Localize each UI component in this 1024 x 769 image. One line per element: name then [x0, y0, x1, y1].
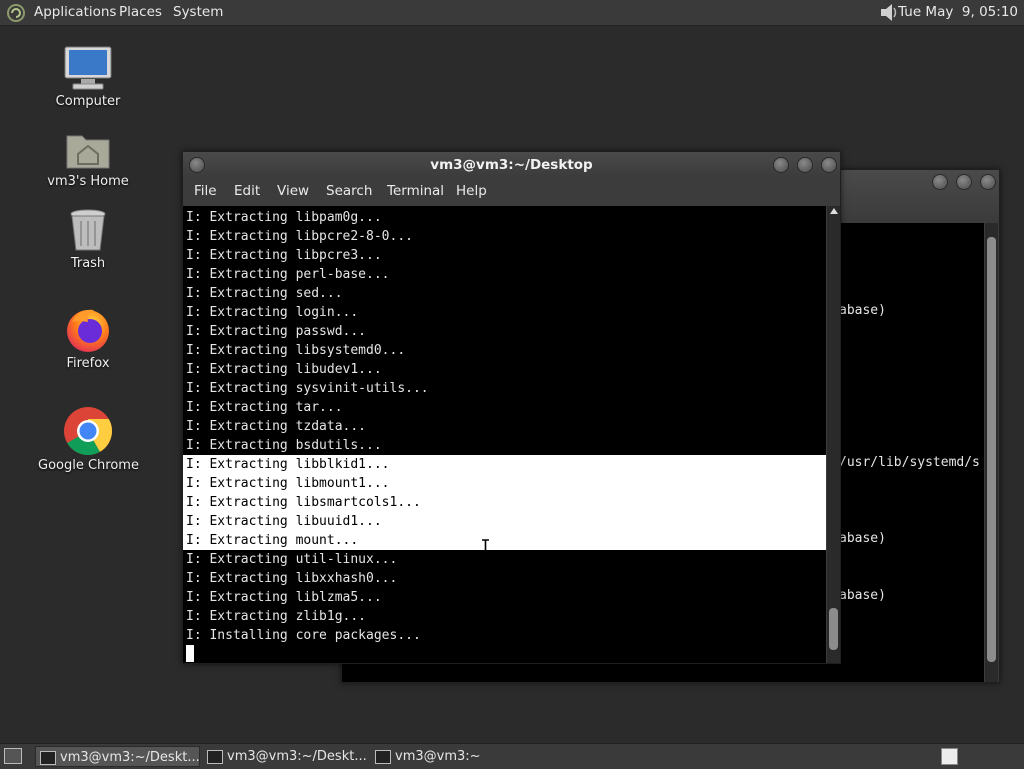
terminal-line: I: Extracting sed... [186, 286, 343, 301]
terminal-line: I: Extracting libblkid1... [183, 455, 826, 474]
terminal-line: I: Installing core packages... [186, 628, 421, 643]
taskbar-item[interactable]: vm3@vm3:~/Deskt... [203, 746, 367, 767]
terminal-line: I: Extracting bsdutils... [186, 438, 382, 453]
desktop-icon-computer[interactable]: Computer [38, 44, 138, 109]
desktop-icon-trash[interactable]: Trash [38, 208, 138, 271]
menu-search[interactable]: Search [326, 178, 372, 205]
close-button[interactable] [980, 174, 996, 190]
workspace-switcher-icon[interactable] [941, 748, 958, 765]
places-menu[interactable]: Places [119, 0, 162, 25]
front-window-titlebar[interactable]: vm3@vm3:~/Desktop [183, 152, 840, 178]
scroll-up-arrow-icon[interactable] [830, 208, 838, 214]
terminal-line: I: Extracting libpcre3... [186, 248, 382, 263]
terminal-menubar: File Edit View Search Terminal Help [183, 178, 840, 205]
terminal-line: I: Extracting passwd... [186, 324, 367, 339]
top-panel: Applications Places System Tue May 9, 05… [0, 0, 1024, 26]
terminal-line: I: Extracting libmount1... [183, 474, 826, 493]
terminal-line: I: Extracting sysvinit-utils... [186, 381, 429, 396]
home-folder-icon [66, 135, 110, 169]
volume-icon[interactable] [878, 2, 900, 23]
desktop-icon-home[interactable]: vm3's Home [38, 128, 138, 189]
terminal-icon [40, 751, 56, 765]
front-terminal-window[interactable]: vm3@vm3:~/Desktop File Edit View Search … [182, 151, 841, 664]
maximize-button[interactable] [797, 157, 813, 173]
clock[interactable]: Tue May 9, 05:10 [898, 0, 1018, 25]
taskbar-item[interactable]: vm3@vm3:~/Deskt... [35, 746, 200, 767]
terminal-line: I: Extracting liblzma5... [186, 590, 382, 605]
applications-menu[interactable]: Applications [34, 0, 116, 25]
terminal-line: I: Extracting login... [186, 305, 359, 320]
terminal-line: I: Extracting libudev1... [186, 362, 382, 377]
maximize-button[interactable] [956, 174, 972, 190]
terminal-line: I: Extracting libuuid1... [183, 512, 826, 531]
menu-file[interactable]: File [194, 178, 217, 205]
terminal-line: I: Extracting util-linux... [186, 552, 398, 567]
menu-terminal[interactable]: Terminal [387, 178, 444, 205]
desktop-icon-label: Computer [55, 94, 121, 109]
trash-icon [70, 209, 106, 251]
terminal-line: I: Extracting libsystemd0... [186, 343, 406, 358]
menu-edit[interactable]: Edit [234, 178, 260, 205]
terminal-line: I: Extracting tzdata... [186, 419, 367, 434]
system-menu[interactable]: System [173, 0, 223, 25]
chrome-icon [64, 407, 113, 456]
terminal-cursor [186, 645, 194, 662]
computer-icon [64, 46, 112, 90]
menu-view[interactable]: View [277, 178, 309, 205]
terminal-line: I: Extracting mount... [183, 531, 826, 550]
front-scrollbar-thumb[interactable] [829, 608, 838, 650]
show-desktop-icon[interactable] [4, 748, 22, 764]
taskbar-item-label: vm3@vm3:~/Deskt... [60, 750, 200, 765]
menu-help[interactable]: Help [456, 178, 487, 205]
text-cursor-ibeam-icon [482, 539, 489, 556]
window-title: vm3@vm3:~/Desktop [430, 157, 593, 173]
front-scrollbar[interactable] [827, 206, 840, 663]
desktop-icon-chrome[interactable]: Google Chrome [38, 406, 139, 473]
taskbar-item[interactable]: vm3@vm3:~ [371, 746, 481, 767]
desktop-icon-label: vm3's Home [47, 174, 129, 189]
terminal-line: I: Extracting libpcre2-8-0... [186, 229, 413, 244]
bottom-panel: vm3@vm3:~/Deskt... vm3@vm3:~/Deskt... vm3@… [0, 743, 1024, 769]
terminal-line: abase) [839, 531, 886, 546]
terminal-line: I: Extracting tar... [186, 400, 343, 415]
close-button[interactable] [821, 157, 837, 173]
terminal-line: I: Extracting libpam0g... [186, 210, 382, 225]
terminal-line: I: Extracting libxxhash0... [186, 571, 398, 586]
desktop-icon-label: Firefox [66, 356, 110, 371]
desktop-icon-label: Google Chrome [38, 458, 139, 473]
terminal-line: abase) [839, 588, 886, 603]
back-scrollbar[interactable] [985, 223, 998, 682]
back-scrollbar-thumb[interactable] [987, 237, 996, 662]
minimize-button[interactable] [773, 157, 789, 173]
taskbar-item-label: vm3@vm3:~ [395, 749, 481, 764]
terminal-icon [375, 750, 391, 764]
terminal-line: I: Extracting libsmartcols1... [183, 493, 826, 512]
terminal-line: I: Extracting perl-base... [186, 267, 390, 282]
terminal-line: abase) [839, 303, 886, 318]
desktop-icon-label: Trash [70, 256, 106, 271]
front-terminal-output[interactable]: I: Extracting libpam0g... I: Extracting l… [183, 206, 826, 663]
terminal-line: /usr/lib/systemd/s [839, 455, 980, 470]
desktop-icon-firefox[interactable]: Firefox [38, 306, 138, 371]
firefox-icon [67, 309, 109, 352]
minimize-button[interactable] [932, 174, 948, 190]
taskbar-item-label: vm3@vm3:~/Deskt... [227, 749, 367, 764]
terminal-line: I: Extracting zlib1g... [186, 609, 367, 624]
terminal-icon [207, 750, 223, 764]
applications-logo-icon[interactable] [6, 3, 26, 23]
